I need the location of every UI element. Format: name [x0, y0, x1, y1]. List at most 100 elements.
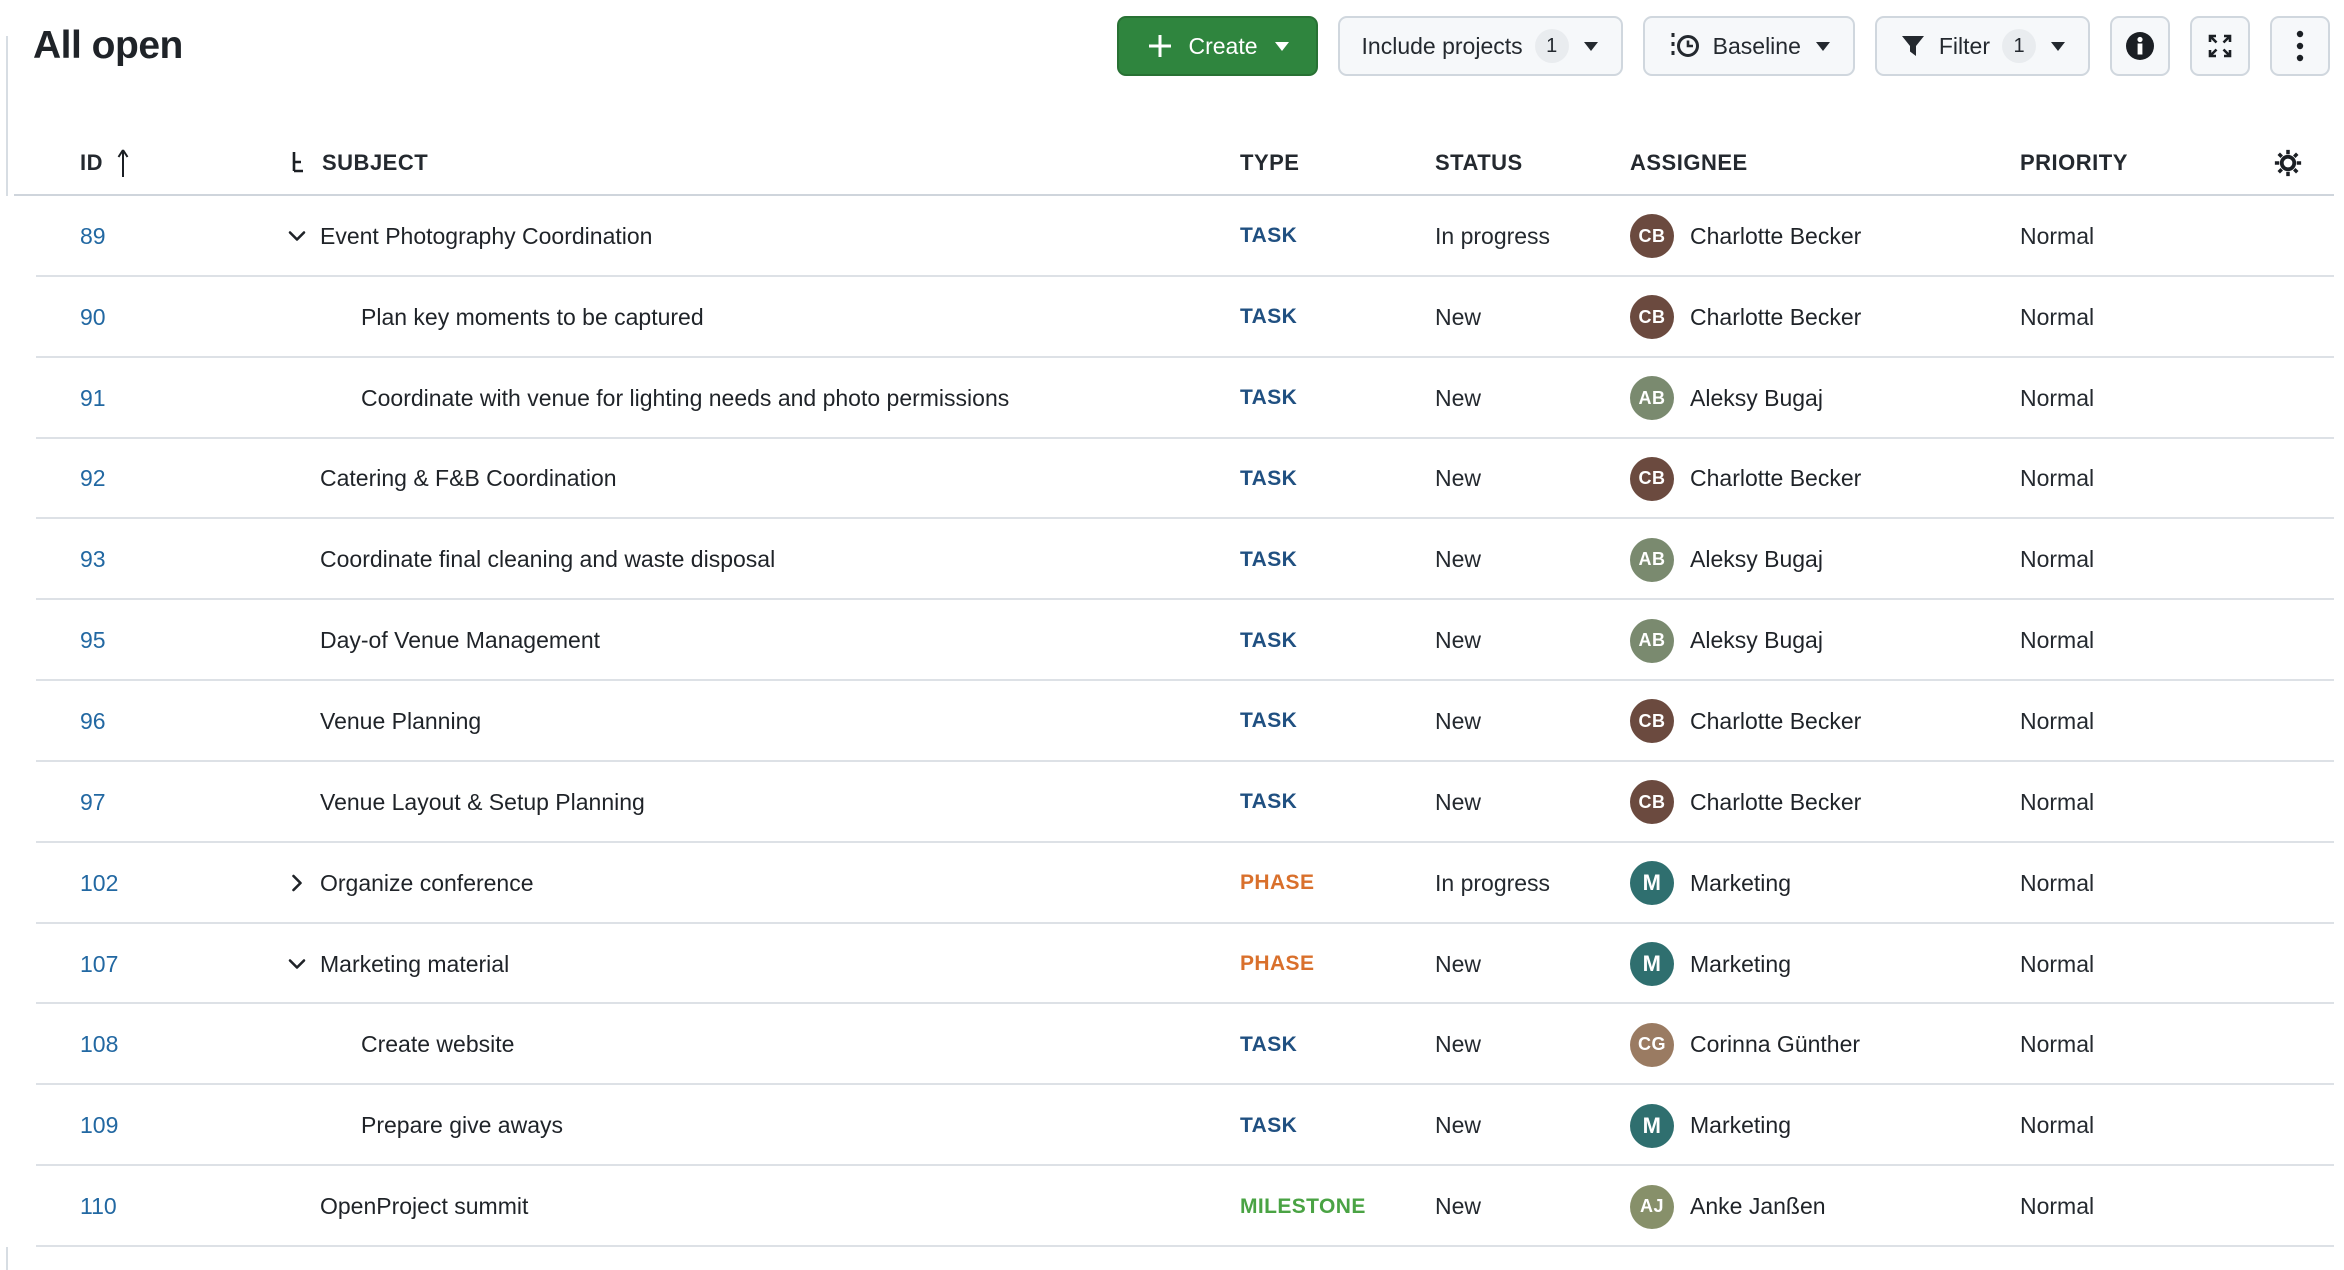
column-header-id[interactable]: ID: [80, 130, 131, 196]
type-label: TASK: [1240, 224, 1297, 248]
work-package-id-link[interactable]: 110: [80, 1193, 117, 1220]
assignee-cell[interactable]: M Marketing: [1630, 924, 2010, 1005]
row-expander[interactable]: [280, 866, 314, 900]
type-cell[interactable]: TASK: [1240, 358, 1425, 439]
assignee-cell[interactable]: M Marketing: [1630, 1085, 2010, 1166]
priority-cell[interactable]: Normal: [2020, 681, 2250, 762]
priority-cell[interactable]: Normal: [2020, 843, 2250, 924]
status-cell[interactable]: New: [1435, 1004, 1620, 1085]
assignee-cell[interactable]: AB Aleksy Bugaj: [1630, 600, 2010, 681]
type-cell[interactable]: PHASE: [1240, 843, 1425, 924]
type-cell[interactable]: TASK: [1240, 196, 1425, 277]
column-header-status[interactable]: STATUS: [1435, 130, 1523, 196]
create-button[interactable]: Create: [1117, 16, 1318, 76]
priority-cell[interactable]: Normal: [2020, 519, 2250, 600]
type-cell[interactable]: PHASE: [1240, 924, 1425, 1005]
type-cell[interactable]: TASK: [1240, 1004, 1425, 1085]
priority-cell[interactable]: Normal: [2020, 1004, 2250, 1085]
include-projects-button[interactable]: Include projects 1: [1338, 16, 1623, 76]
status-cell[interactable]: New: [1435, 924, 1620, 1005]
work-package-id-link[interactable]: 109: [80, 1112, 118, 1139]
work-package-id-link[interactable]: 91: [80, 385, 106, 412]
subject-text[interactable]: Catering & F&B Coordination: [320, 465, 617, 492]
status-cell[interactable]: New: [1435, 277, 1620, 358]
work-package-id-link[interactable]: 102: [80, 870, 118, 897]
hierarchy-icon[interactable]: [288, 150, 310, 176]
assignee-cell[interactable]: CG Corinna Günther: [1630, 1004, 2010, 1085]
assignee-cell[interactable]: CB Charlotte Becker: [1630, 762, 2010, 843]
row-expander[interactable]: [280, 219, 314, 253]
subject-text[interactable]: Venue Planning: [320, 708, 481, 735]
subject-text[interactable]: OpenProject summit: [320, 1193, 528, 1220]
status-cell[interactable]: New: [1435, 439, 1620, 520]
status-cell[interactable]: New: [1435, 762, 1620, 843]
work-package-id-link[interactable]: 95: [80, 627, 106, 654]
subject-text[interactable]: Day-of Venue Management: [320, 627, 600, 654]
priority-cell[interactable]: Normal: [2020, 762, 2250, 843]
subject-text[interactable]: Marketing material: [320, 951, 509, 978]
priority-cell[interactable]: Normal: [2020, 358, 2250, 439]
priority-cell[interactable]: Normal: [2020, 196, 2250, 277]
assignee-cell[interactable]: AB Aleksy Bugaj: [1630, 519, 2010, 600]
type-cell[interactable]: TASK: [1240, 1085, 1425, 1166]
column-header-type[interactable]: TYPE: [1240, 130, 1299, 196]
subject-text[interactable]: Venue Layout & Setup Planning: [320, 789, 645, 816]
assignee-cell[interactable]: CB Charlotte Becker: [1630, 681, 2010, 762]
type-cell[interactable]: TASK: [1240, 439, 1425, 520]
assignee-cell[interactable]: CB Charlotte Becker: [1630, 439, 2010, 520]
subject-text[interactable]: Plan key moments to be captured: [361, 304, 704, 331]
subject-text[interactable]: Organize conference: [320, 870, 534, 897]
type-cell[interactable]: TASK: [1240, 681, 1425, 762]
work-package-id-link[interactable]: 96: [80, 708, 106, 735]
priority-cell[interactable]: Normal: [2020, 600, 2250, 681]
fullscreen-button[interactable]: [2190, 16, 2250, 76]
work-package-id-link[interactable]: 108: [80, 1031, 118, 1058]
priority-cell[interactable]: Normal: [2020, 924, 2250, 1005]
assignee-name: Charlotte Becker: [1690, 304, 1861, 331]
subject-text[interactable]: Event Photography Coordination: [320, 223, 652, 250]
subject-text[interactable]: Coordinate with venue for lighting needs…: [361, 385, 1009, 412]
status-cell[interactable]: New: [1435, 1085, 1620, 1166]
type-cell[interactable]: TASK: [1240, 600, 1425, 681]
row-expander[interactable]: [280, 947, 314, 981]
assignee-cell[interactable]: AJ Anke Janßen: [1630, 1166, 2010, 1247]
priority-cell[interactable]: Normal: [2020, 277, 2250, 358]
type-cell[interactable]: TASK: [1240, 519, 1425, 600]
assignee-cell[interactable]: M Marketing: [1630, 843, 2010, 924]
work-package-id-link[interactable]: 90: [80, 304, 106, 331]
type-cell[interactable]: MILESTONE: [1240, 1166, 1425, 1247]
filter-button[interactable]: Filter 1: [1875, 16, 2090, 76]
status-cell[interactable]: In progress: [1435, 196, 1620, 277]
work-package-id-link[interactable]: 93: [80, 546, 106, 573]
subject-text[interactable]: Coordinate final cleaning and waste disp…: [320, 546, 775, 573]
more-options-button[interactable]: [2270, 16, 2330, 76]
status-cell[interactable]: In progress: [1435, 843, 1620, 924]
status-cell[interactable]: New: [1435, 681, 1620, 762]
assignee-cell[interactable]: CB Charlotte Becker: [1630, 196, 2010, 277]
table-settings-button[interactable]: [2258, 130, 2318, 196]
priority-cell[interactable]: Normal: [2020, 439, 2250, 520]
work-package-id-link[interactable]: 89: [80, 223, 106, 250]
status-cell[interactable]: New: [1435, 519, 1620, 600]
work-package-id-link[interactable]: 92: [80, 465, 106, 492]
assignee-cell[interactable]: CB Charlotte Becker: [1630, 277, 2010, 358]
column-header-priority-label: PRIORITY: [2020, 150, 2128, 176]
type-cell[interactable]: TASK: [1240, 762, 1425, 843]
priority-cell[interactable]: Normal: [2020, 1166, 2250, 1247]
work-package-id-link[interactable]: 97: [80, 789, 106, 816]
assignee-cell[interactable]: AB Aleksy Bugaj: [1630, 358, 2010, 439]
column-header-priority[interactable]: PRIORITY: [2020, 130, 2128, 196]
avatar: CG: [1630, 1023, 1674, 1067]
status-cell[interactable]: New: [1435, 600, 1620, 681]
status-cell[interactable]: New: [1435, 358, 1620, 439]
type-cell[interactable]: TASK: [1240, 277, 1425, 358]
baseline-button[interactable]: Baseline: [1643, 16, 1855, 76]
status-cell[interactable]: New: [1435, 1166, 1620, 1247]
subject-text[interactable]: Create website: [361, 1031, 514, 1058]
column-header-assignee[interactable]: ASSIGNEE: [1630, 130, 1748, 196]
column-header-subject[interactable]: SUBJECT: [288, 130, 428, 196]
subject-text[interactable]: Prepare give aways: [361, 1112, 563, 1139]
info-button[interactable]: [2110, 16, 2170, 76]
work-package-id-link[interactable]: 107: [80, 951, 118, 978]
priority-cell[interactable]: Normal: [2020, 1085, 2250, 1166]
